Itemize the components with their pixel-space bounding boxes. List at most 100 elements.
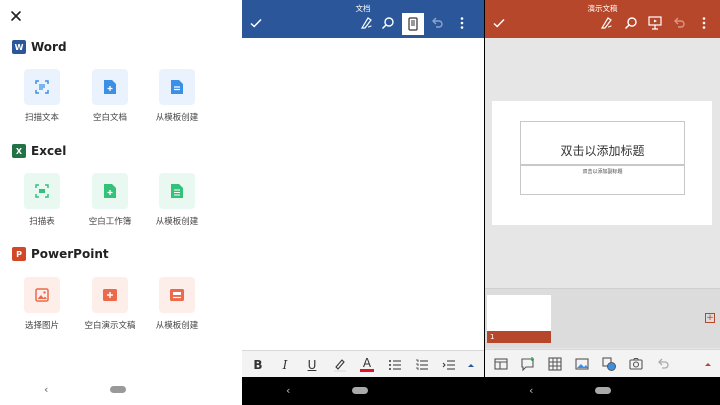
new-comment-icon[interactable]: [520, 356, 536, 372]
powerpoint-toolbar: 演示文稿: [485, 0, 720, 38]
template-icon: [171, 80, 183, 94]
bullets-button[interactable]: [386, 356, 404, 373]
insert-toolbar: [485, 349, 720, 377]
scan-text-icon: [35, 80, 49, 94]
indent-button[interactable]: [440, 356, 458, 373]
layout-icon[interactable]: [493, 356, 509, 372]
camera-icon[interactable]: [628, 356, 644, 372]
numbering-button[interactable]: [413, 356, 431, 373]
excel-template-tile[interactable]: 从模板创建: [147, 173, 207, 227]
tile-label: 选择图片: [24, 321, 59, 331]
blank-document-icon: [104, 80, 116, 94]
slide-canvas[interactable]: 双击以添加标题 双击以添加副标题: [492, 101, 712, 225]
choose-picture-tile[interactable]: 选择图片: [12, 277, 72, 331]
draw-pen-icon[interactable]: [599, 15, 615, 31]
expand-toolbar-button[interactable]: [462, 356, 480, 373]
powerpoint-panel: 演示文稿 双击以添加标题 双击以添加副标题 1 + ‹: [485, 0, 720, 405]
powerpoint-template-tile[interactable]: 从模板创建: [147, 277, 207, 331]
excel-logo-icon: X: [12, 144, 26, 158]
presentation-title: 演示文稿: [587, 4, 618, 13]
slide-thumbnail[interactable]: 1: [487, 295, 551, 343]
tile-label: 从模板创建: [155, 217, 199, 227]
excel-section-header: X Excel: [12, 143, 66, 159]
add-slide-button[interactable]: +: [705, 313, 715, 323]
indent-icon: [442, 360, 455, 369]
font-color-button[interactable]: A: [358, 356, 376, 373]
new-document-panel: W Word 扫描文本 空白文档 从模板创建 X Excel 扫描表 空白工作簿: [0, 0, 242, 405]
more-options-icon[interactable]: [454, 15, 470, 31]
close-icon[interactable]: [9, 9, 23, 23]
section-title: PowerPoint: [31, 247, 109, 261]
checkmark-icon[interactable]: [491, 15, 507, 31]
font-color-swatch: [360, 369, 374, 372]
blank-document-tile[interactable]: 空白文档: [80, 69, 140, 123]
undo-icon[interactable]: [671, 15, 687, 31]
section-title: Word: [31, 40, 67, 54]
tile-label: 从模板创建: [155, 113, 199, 123]
italic-button[interactable]: I: [276, 356, 294, 373]
tile-label: 空白文档: [92, 113, 127, 123]
word-section-header: W Word: [12, 39, 67, 55]
word-logo-icon: W: [12, 40, 26, 54]
blank-presentation-icon: [103, 289, 117, 301]
scan-text-tile[interactable]: 扫描文本: [12, 69, 72, 123]
powerpoint-section-header: P PowerPoint: [12, 246, 109, 262]
tile-label: 扫描表: [29, 217, 55, 227]
mobile-view-icon: [408, 17, 418, 31]
document-title: 文档: [355, 4, 371, 13]
chevron-up-icon[interactable]: [700, 356, 716, 372]
title-placeholder[interactable]: 双击以添加标题: [520, 121, 685, 165]
numbered-list-icon: [416, 359, 428, 370]
word-document-panel: 文档 B I U A ‹: [242, 0, 484, 405]
home-button[interactable]: [352, 387, 368, 394]
word-toolbar: 文档: [242, 0, 484, 38]
bold-button[interactable]: B: [249, 356, 267, 373]
template-icon: [171, 184, 183, 198]
navigation-bar: ‹: [242, 377, 484, 405]
checkmark-icon[interactable]: [248, 15, 264, 31]
slide-thumbnail-strip: 1 +: [485, 288, 720, 348]
navigation-bar: ‹: [0, 375, 242, 405]
undo-icon[interactable]: [655, 356, 671, 372]
template-icon: [170, 289, 184, 301]
tile-label: 空白演示文稿: [84, 321, 136, 331]
chevron-up-icon: [468, 363, 474, 367]
document-canvas[interactable]: [242, 38, 484, 350]
blank-presentation-tile[interactable]: 空白演示文稿: [80, 277, 140, 331]
navigation-bar: ‹: [485, 377, 720, 405]
back-button[interactable]: ‹: [44, 383, 48, 396]
blank-workbook-tile[interactable]: 空白工作簿: [80, 173, 140, 227]
word-template-tile[interactable]: 从模板创建: [147, 69, 207, 123]
subtitle-placeholder[interactable]: 双击以添加副标题: [520, 165, 685, 195]
tile-label: 从模板创建: [155, 321, 199, 331]
more-options-icon[interactable]: [696, 15, 712, 31]
tile-label: 扫描文本: [24, 113, 59, 123]
picture-icon: [35, 288, 49, 302]
home-button[interactable]: [110, 386, 126, 393]
underline-button[interactable]: U: [303, 356, 321, 373]
draw-pen-icon[interactable]: [359, 15, 375, 31]
tile-label: 空白工作簿: [88, 217, 132, 227]
picture-icon[interactable]: [574, 356, 590, 372]
highlighter-icon: [334, 358, 346, 372]
blank-workbook-icon: [104, 184, 116, 198]
scan-table-tile[interactable]: 扫描表: [12, 173, 72, 227]
back-button[interactable]: ‹: [286, 384, 290, 397]
powerpoint-logo-icon: P: [12, 247, 26, 261]
present-icon[interactable]: [647, 15, 663, 31]
mobile-view-button[interactable]: [402, 13, 424, 35]
slide-number: 1: [487, 331, 551, 343]
search-icon[interactable]: [623, 15, 639, 31]
bullet-list-icon: [389, 359, 401, 370]
back-button[interactable]: ‹: [529, 384, 533, 397]
highlight-button[interactable]: [331, 356, 349, 373]
formatting-toolbar: B I U A: [242, 350, 484, 377]
home-button[interactable]: [595, 387, 611, 394]
undo-icon[interactable]: [429, 15, 445, 31]
section-title: Excel: [31, 144, 67, 158]
font-color-label: A: [362, 356, 372, 370]
table-icon[interactable]: [547, 356, 563, 372]
scan-table-icon: [35, 184, 49, 198]
shapes-icon[interactable]: [601, 356, 617, 372]
search-icon[interactable]: [380, 15, 396, 31]
